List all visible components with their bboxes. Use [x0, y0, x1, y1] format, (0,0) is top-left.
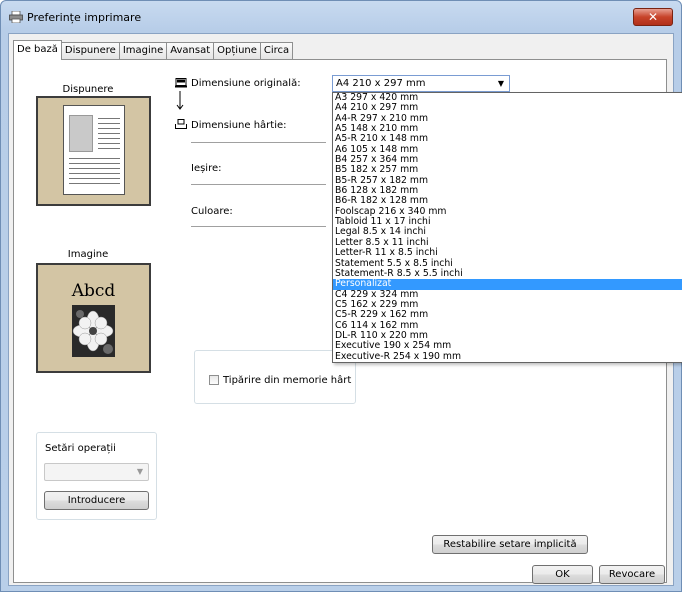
introduce-button[interactable]: Introducere	[44, 491, 149, 510]
layout-preview	[36, 96, 151, 206]
dropdown-option[interactable]: Personalizat	[333, 278, 682, 290]
text-line	[69, 178, 120, 179]
original-size-select[interactable]: A4 210 x 297 mm ▼	[332, 75, 510, 92]
image-placeholder	[69, 115, 93, 152]
dropdown-options: A3 297 x 420 mm A4 210 x 297 mm A4-R 297 x…	[333, 92, 682, 362]
memory-print-checkbox[interactable]	[209, 375, 219, 385]
document-page	[63, 105, 125, 195]
text-line	[69, 173, 120, 174]
basic-tab-panel: Dispunere Imagine Abcd Setări operații ▼…	[13, 59, 682, 583]
original-size-label: Dimensiune originală:	[191, 78, 301, 89]
separator	[191, 184, 326, 185]
image-preview-label: Imagine	[67, 249, 109, 260]
dropdown-option[interactable]: Executive-R 254 x 190 mm	[333, 351, 682, 362]
document-icon	[175, 78, 187, 88]
operation-settings-title: Setări operații	[45, 443, 116, 454]
text-line	[98, 123, 120, 124]
print-preferences-window: Preferințe imprimare ✕ De bază Dispunere…	[0, 0, 682, 592]
text-line	[98, 118, 120, 119]
title-bar[interactable]: Preferințe imprimare ✕	[1, 1, 681, 33]
tab-option[interactable]: Opțiune	[213, 42, 261, 60]
restore-defaults-button[interactable]: Restabilire setare implicită	[432, 535, 588, 554]
layout-preview-label: Dispunere	[62, 84, 114, 95]
close-button[interactable]: ✕	[633, 8, 673, 26]
dropdown-option[interactable]: C5-R 229 x 162 mm	[333, 309, 682, 320]
chevron-down-icon: ▼	[497, 79, 504, 88]
operation-settings-select: ▼	[44, 463, 149, 481]
window-title: Preferințe imprimare	[27, 11, 142, 24]
text-line	[98, 133, 120, 134]
tab-advanced[interactable]: Avansat	[166, 42, 215, 60]
cancel-button[interactable]: Revocare	[599, 565, 665, 584]
chevron-down-icon: ▼	[136, 467, 143, 476]
text-line	[98, 128, 120, 129]
tab-about[interactable]: Circa	[259, 42, 294, 60]
text-line	[98, 143, 120, 144]
text-line	[69, 158, 120, 159]
ok-button[interactable]: OK	[532, 565, 593, 584]
printer-icon	[9, 11, 23, 23]
separator	[191, 226, 326, 227]
tab-strip: De bază Dispunere Imagine Avansat Opțiun…	[13, 40, 294, 60]
paper-tray-icon	[175, 119, 187, 129]
text-line	[69, 168, 120, 169]
dialog-client-area: De bază Dispunere Imagine Avansat Opțiun…	[8, 33, 682, 586]
dropdown-option[interactable]: Letter-R 11 x 8.5 inchi	[333, 247, 682, 258]
tab-layout[interactable]: Dispunere	[60, 42, 120, 60]
original-size-dropdown-list[interactable]: A3 297 x 420 mm A4 210 x 297 mm A4-R 297 x…	[332, 92, 682, 363]
color-label: Culoare:	[191, 206, 233, 217]
text-line	[69, 163, 120, 164]
text-line	[98, 148, 120, 149]
operation-settings-group: Setări operații ▼ Introducere	[36, 432, 157, 520]
tab-image[interactable]: Imagine	[118, 42, 168, 60]
output-label: Ieșire:	[191, 163, 222, 174]
separator	[191, 142, 326, 143]
text-line	[98, 138, 120, 139]
arrow-down-icon	[176, 91, 184, 110]
text-line	[69, 183, 120, 184]
flower-photo-icon	[72, 305, 115, 357]
memory-print-label[interactable]: Tipărire din memorie hârt	[223, 375, 351, 386]
paper-size-label: Dimensiune hârtie:	[191, 120, 287, 131]
sample-text: Abcd	[71, 281, 116, 301]
image-preview: Abcd	[36, 263, 151, 373]
tab-basic[interactable]: De bază	[13, 40, 62, 60]
